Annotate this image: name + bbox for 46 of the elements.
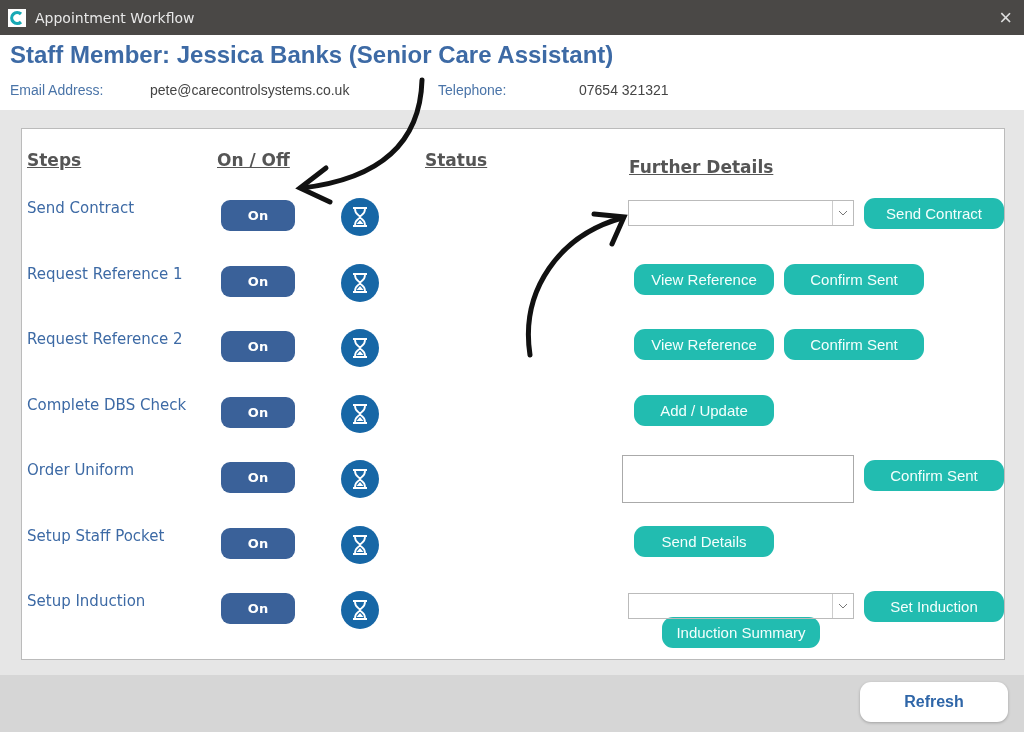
on-off-toggle[interactable]: On <box>221 593 295 624</box>
email-value: pete@carecontrolsystems.co.uk <box>150 82 351 98</box>
step-label: Order Uniform <box>27 460 136 479</box>
action-button[interactable]: View Reference <box>634 329 774 360</box>
action-button[interactable]: Confirm Sent <box>864 460 1004 491</box>
hourglass-icon <box>341 525 379 564</box>
action-button[interactable]: Induction Summary <box>662 617 820 648</box>
refresh-button[interactable]: Refresh <box>860 682 1008 722</box>
action-button[interactable]: Add / Update <box>634 394 774 426</box>
step-label: Complete DBS Check <box>27 394 188 414</box>
step-label: Setup Staff Pocket <box>27 525 166 545</box>
column-header: On / Off <box>217 150 291 170</box>
step-label: Setup Induction <box>27 591 147 610</box>
hourglass-icon <box>341 591 379 629</box>
staff-member-title: Staff Member: Jessica Banks (Senior Care Assistant) <box>10 41 615 69</box>
close-button[interactable]: × <box>995 6 1016 29</box>
step-label: Request Reference 2 <box>27 329 184 348</box>
telephone-label: Telephone: <box>438 82 508 98</box>
column-header: Steps <box>27 150 83 170</box>
on-off-toggle[interactable]: On <box>221 396 295 428</box>
step-label: Request Reference 1 <box>27 263 184 283</box>
on-off-toggle[interactable]: On <box>221 462 295 493</box>
action-button[interactable]: Send Contract <box>864 198 1004 229</box>
action-button[interactable]: View Reference <box>634 263 774 295</box>
action-button[interactable]: Set Induction <box>864 591 1004 622</box>
on-off-toggle[interactable]: On <box>221 331 295 362</box>
on-off-toggle[interactable]: On <box>221 265 295 297</box>
action-button[interactable]: Confirm Sent <box>784 263 924 295</box>
column-header: Further Details <box>629 156 774 177</box>
on-off-toggle[interactable]: On <box>221 200 295 231</box>
hourglass-icon <box>341 198 379 236</box>
hourglass-icon <box>341 460 379 498</box>
text-input-field[interactable] <box>622 455 854 503</box>
app-logo-icon <box>8 8 26 27</box>
action-button[interactable]: Confirm Sent <box>784 329 924 360</box>
on-off-toggle[interactable]: On <box>221 527 295 559</box>
telephone-value: 07654 321321 <box>579 82 669 98</box>
hourglass-icon <box>341 329 379 367</box>
column-header: Status <box>425 150 489 170</box>
action-button[interactable]: Send Details <box>634 525 774 557</box>
dropdown-field[interactable] <box>628 200 854 226</box>
hourglass-icon <box>341 394 379 433</box>
hourglass-icon <box>341 263 379 302</box>
email-label: Email Address: <box>10 82 105 98</box>
window-title: Appointment Workflow <box>35 9 195 26</box>
step-label: Send Contract <box>27 198 136 217</box>
